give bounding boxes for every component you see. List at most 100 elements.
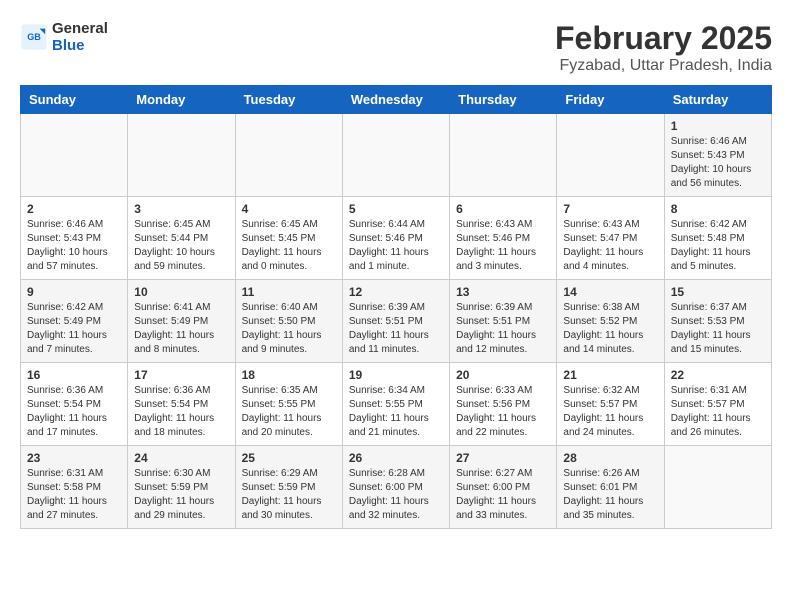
calendar-cell: 24 Sunrise: 6:30 AM Sunset: 5:59 PM Dayli…: [128, 446, 235, 529]
calendar-cell: 12 Sunrise: 6:39 AM Sunset: 5:51 PM Dayli…: [342, 280, 449, 363]
day-info: Sunrise: 6:41 AM Sunset: 5:49 PM Dayligh…: [134, 301, 228, 357]
calendar-cell: [128, 114, 235, 197]
day-info: Sunrise: 6:32 AM Sunset: 5:57 PM Dayligh…: [563, 384, 657, 440]
day-number: 3: [134, 202, 228, 216]
weekday-header-saturday: Saturday: [664, 86, 771, 114]
title-area: February 2025 Fyzabad, Uttar Pradesh, In…: [555, 20, 772, 75]
calendar-cell: 19 Sunrise: 6:34 AM Sunset: 5:55 PM Dayli…: [342, 363, 449, 446]
day-info: Sunrise: 6:45 AM Sunset: 5:44 PM Dayligh…: [134, 218, 228, 274]
day-info: Sunrise: 6:37 AM Sunset: 5:53 PM Dayligh…: [671, 301, 765, 357]
day-number: 12: [349, 285, 443, 299]
day-info: Sunrise: 6:30 AM Sunset: 5:59 PM Dayligh…: [134, 467, 228, 523]
day-number: 26: [349, 451, 443, 465]
day-number: 24: [134, 451, 228, 465]
day-info: Sunrise: 6:43 AM Sunset: 5:46 PM Dayligh…: [456, 218, 550, 274]
logo: GB General Blue: [20, 20, 108, 54]
day-number: 2: [27, 202, 121, 216]
day-number: 22: [671, 368, 765, 382]
day-info: Sunrise: 6:43 AM Sunset: 5:47 PM Dayligh…: [563, 218, 657, 274]
weekday-header-wednesday: Wednesday: [342, 86, 449, 114]
calendar-cell: 20 Sunrise: 6:33 AM Sunset: 5:56 PM Dayli…: [450, 363, 557, 446]
subtitle: Fyzabad, Uttar Pradesh, India: [555, 57, 772, 75]
day-info: Sunrise: 6:38 AM Sunset: 5:52 PM Dayligh…: [563, 301, 657, 357]
calendar-cell: 7Sunrise: 6:43 AM Sunset: 5:47 PM Daylig…: [557, 197, 664, 280]
day-number: 4: [242, 202, 336, 216]
calendar-cell: 14 Sunrise: 6:38 AM Sunset: 5:52 PM Dayli…: [557, 280, 664, 363]
calendar: SundayMondayTuesdayWednesdayThursdayFrid…: [20, 85, 772, 529]
calendar-week-1: 1Sunrise: 6:46 AM Sunset: 5:43 PM Daylig…: [21, 114, 772, 197]
weekday-header-friday: Friday: [557, 86, 664, 114]
weekday-header-thursday: Thursday: [450, 86, 557, 114]
day-info: Sunrise: 6:42 AM Sunset: 5:49 PM Dayligh…: [27, 301, 121, 357]
day-number: 28: [563, 451, 657, 465]
weekday-header-sunday: Sunday: [21, 86, 128, 114]
calendar-cell: 8 Sunrise: 6:42 AM Sunset: 5:48 PM Daylig…: [664, 197, 771, 280]
calendar-cell: 5 Sunrise: 6:44 AM Sunset: 5:46 PM Daylig…: [342, 197, 449, 280]
day-info: Sunrise: 6:42 AM Sunset: 5:48 PM Dayligh…: [671, 218, 765, 274]
day-number: 14: [563, 285, 657, 299]
day-info: Sunrise: 6:31 AM Sunset: 5:57 PM Dayligh…: [671, 384, 765, 440]
logo-icon: GB: [20, 23, 48, 51]
calendar-cell: 18 Sunrise: 6:35 AM Sunset: 5:55 PM Dayli…: [235, 363, 342, 446]
calendar-week-2: 2 Sunrise: 6:46 AM Sunset: 5:43 PM Daylig…: [21, 197, 772, 280]
day-number: 8: [671, 202, 765, 216]
weekday-header-tuesday: Tuesday: [235, 86, 342, 114]
day-info: Sunrise: 6:44 AM Sunset: 5:46 PM Dayligh…: [349, 218, 443, 274]
day-info: Sunrise: 6:26 AM Sunset: 6:01 PM Dayligh…: [563, 467, 657, 523]
weekday-header-monday: Monday: [128, 86, 235, 114]
calendar-cell: 3 Sunrise: 6:45 AM Sunset: 5:44 PM Daylig…: [128, 197, 235, 280]
day-info: Sunrise: 6:34 AM Sunset: 5:55 PM Dayligh…: [349, 384, 443, 440]
day-number: 21: [563, 368, 657, 382]
calendar-cell: 17Sunrise: 6:36 AM Sunset: 5:54 PM Dayli…: [128, 363, 235, 446]
day-info: Sunrise: 6:27 AM Sunset: 6:00 PM Dayligh…: [456, 467, 550, 523]
calendar-week-5: 23Sunrise: 6:31 AM Sunset: 5:58 PM Dayli…: [21, 446, 772, 529]
day-info: Sunrise: 6:39 AM Sunset: 5:51 PM Dayligh…: [456, 301, 550, 357]
day-number: 18: [242, 368, 336, 382]
calendar-cell: [235, 114, 342, 197]
calendar-week-3: 9 Sunrise: 6:42 AM Sunset: 5:49 PM Daylig…: [21, 280, 772, 363]
day-info: Sunrise: 6:35 AM Sunset: 5:55 PM Dayligh…: [242, 384, 336, 440]
day-number: 5: [349, 202, 443, 216]
day-number: 17: [134, 368, 228, 382]
calendar-cell: [557, 114, 664, 197]
calendar-cell: 22 Sunrise: 6:31 AM Sunset: 5:57 PM Dayli…: [664, 363, 771, 446]
calendar-cell: 15Sunrise: 6:37 AM Sunset: 5:53 PM Dayli…: [664, 280, 771, 363]
day-info: Sunrise: 6:33 AM Sunset: 5:56 PM Dayligh…: [456, 384, 550, 440]
day-info: Sunrise: 6:39 AM Sunset: 5:51 PM Dayligh…: [349, 301, 443, 357]
calendar-cell: 10 Sunrise: 6:41 AM Sunset: 5:49 PM Dayli…: [128, 280, 235, 363]
day-info: Sunrise: 6:29 AM Sunset: 5:59 PM Dayligh…: [242, 467, 336, 523]
day-number: 16: [27, 368, 121, 382]
calendar-cell: 11Sunrise: 6:40 AM Sunset: 5:50 PM Dayli…: [235, 280, 342, 363]
calendar-cell: 28 Sunrise: 6:26 AM Sunset: 6:01 PM Dayli…: [557, 446, 664, 529]
calendar-cell: 13 Sunrise: 6:39 AM Sunset: 5:51 PM Dayli…: [450, 280, 557, 363]
header: GB General Blue February 2025 Fyzabad, U…: [20, 20, 772, 75]
day-info: Sunrise: 6:28 AM Sunset: 6:00 PM Dayligh…: [349, 467, 443, 523]
day-number: 9: [27, 285, 121, 299]
day-number: 19: [349, 368, 443, 382]
day-info: Sunrise: 6:45 AM Sunset: 5:45 PM Dayligh…: [242, 218, 336, 274]
logo-general: General: [52, 20, 108, 37]
day-number: 25: [242, 451, 336, 465]
logo-blue: Blue: [52, 37, 108, 54]
calendar-cell: 25 Sunrise: 6:29 AM Sunset: 5:59 PM Dayli…: [235, 446, 342, 529]
day-number: 20: [456, 368, 550, 382]
calendar-cell: 27Sunrise: 6:27 AM Sunset: 6:00 PM Dayli…: [450, 446, 557, 529]
calendar-cell: 26 Sunrise: 6:28 AM Sunset: 6:00 PM Dayli…: [342, 446, 449, 529]
day-number: 11: [242, 285, 336, 299]
calendar-cell: 9 Sunrise: 6:42 AM Sunset: 5:49 PM Daylig…: [21, 280, 128, 363]
day-info: Sunrise: 6:46 AM Sunset: 5:43 PM Dayligh…: [27, 218, 121, 274]
day-info: Sunrise: 6:36 AM Sunset: 5:54 PM Dayligh…: [27, 384, 121, 440]
calendar-cell: 23Sunrise: 6:31 AM Sunset: 5:58 PM Dayli…: [21, 446, 128, 529]
calendar-week-4: 16 Sunrise: 6:36 AM Sunset: 5:54 PM Dayli…: [21, 363, 772, 446]
day-number: 1: [671, 119, 765, 133]
main-title: February 2025: [555, 20, 772, 57]
day-number: 13: [456, 285, 550, 299]
calendar-cell: 16 Sunrise: 6:36 AM Sunset: 5:54 PM Dayli…: [21, 363, 128, 446]
calendar-cell: 6Sunrise: 6:43 AM Sunset: 5:46 PM Daylig…: [450, 197, 557, 280]
calendar-cell: [21, 114, 128, 197]
calendar-cell: [342, 114, 449, 197]
day-number: 10: [134, 285, 228, 299]
day-info: Sunrise: 6:31 AM Sunset: 5:58 PM Dayligh…: [27, 467, 121, 523]
calendar-cell: 4 Sunrise: 6:45 AM Sunset: 5:45 PM Daylig…: [235, 197, 342, 280]
calendar-cell: 2 Sunrise: 6:46 AM Sunset: 5:43 PM Daylig…: [21, 197, 128, 280]
